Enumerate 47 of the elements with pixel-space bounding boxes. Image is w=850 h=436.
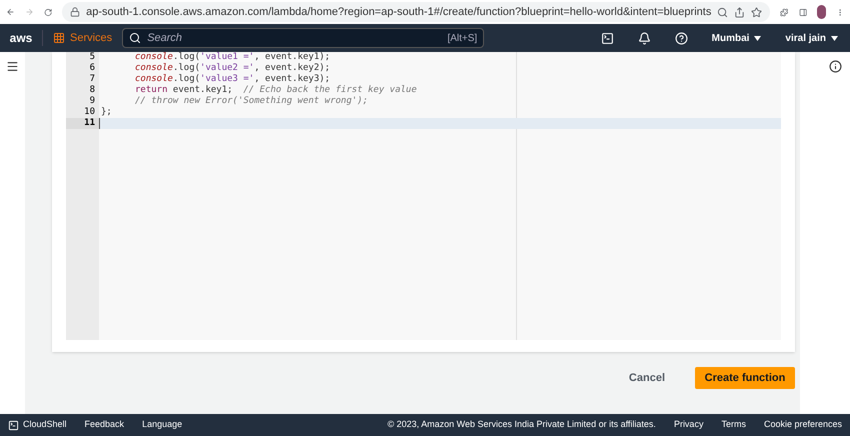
search-field[interactable]: Search [Alt+S] xyxy=(122,28,484,48)
code-line: // throw new Error('Something went wrong'); xyxy=(134,96,369,107)
line-number: 6 xyxy=(88,63,96,74)
code-line: }; xyxy=(100,107,113,118)
copyright-text: © 2023, Amazon Web Services India Private Limited or its affiliates. xyxy=(388,418,656,432)
cancel-button[interactable]: Cancel xyxy=(614,366,679,390)
caret-icon xyxy=(754,36,762,40)
services-menu[interactable]: Services xyxy=(43,30,122,46)
line-number: 5 xyxy=(88,52,96,63)
grid-icon xyxy=(53,32,65,44)
footer-link[interactable]: Privacy xyxy=(674,418,704,432)
line-number: 11 xyxy=(66,118,99,129)
url-text: ap-south-1.console.aws.amazon.com/lambda/home?region=ap-south-1#/create/function?blueprint=hello-world&intent=blueprints xyxy=(86,4,712,20)
bell-icon[interactable] xyxy=(638,32,651,44)
create-function-button[interactable]: Create function xyxy=(695,367,795,390)
footer-link[interactable]: Cookie preferences xyxy=(764,418,842,432)
code-line: return event.key1; // Echo back the first key value xyxy=(134,85,418,96)
code-line: console.log('value3 =', event.key3); xyxy=(134,74,332,85)
line-number: 9 xyxy=(88,96,96,107)
shortcut-hint: [Alt+S] xyxy=(447,32,478,46)
menu-icon[interactable] xyxy=(6,60,19,73)
caret-icon xyxy=(831,36,838,40)
help-icon[interactable] xyxy=(674,32,688,44)
footer-link[interactable]: Feedback xyxy=(84,418,124,432)
footer-link[interactable]: Terms xyxy=(721,418,746,432)
search-input[interactable]: Search xyxy=(147,30,442,46)
terminal-icon xyxy=(8,420,19,430)
line-number: 10 xyxy=(83,107,96,118)
share-icon[interactable] xyxy=(734,6,746,18)
code-line: console.log('value2 =', event.key2); xyxy=(134,63,332,74)
logo[interactable]: aws xyxy=(0,29,42,47)
user-menu[interactable]: viral jain xyxy=(773,30,850,46)
address-bar[interactable]: ap-south-1.console.aws.amazon.com/lambda/home?region=ap-south-1#/create/function?blueprint=hello-world&intent=blueprints xyxy=(62,2,770,22)
terminal-icon[interactable] xyxy=(600,32,614,44)
line-number: 7 xyxy=(88,74,96,85)
info-icon[interactable] xyxy=(829,60,842,73)
lock-icon xyxy=(70,7,80,17)
cloudshell-link[interactable]: CloudShell xyxy=(8,418,67,432)
region-menu[interactable]: Mumbai xyxy=(700,30,774,46)
search-icon[interactable] xyxy=(717,6,728,18)
code-line: console.log('value1 =', event.key1); xyxy=(134,52,332,63)
star-icon[interactable] xyxy=(751,6,762,18)
avatar[interactable] xyxy=(816,5,826,19)
extensions-icon[interactable] xyxy=(780,6,789,18)
line-number: 8 xyxy=(88,85,96,96)
search-icon xyxy=(129,32,142,44)
footer-link[interactable]: Language xyxy=(142,418,182,432)
